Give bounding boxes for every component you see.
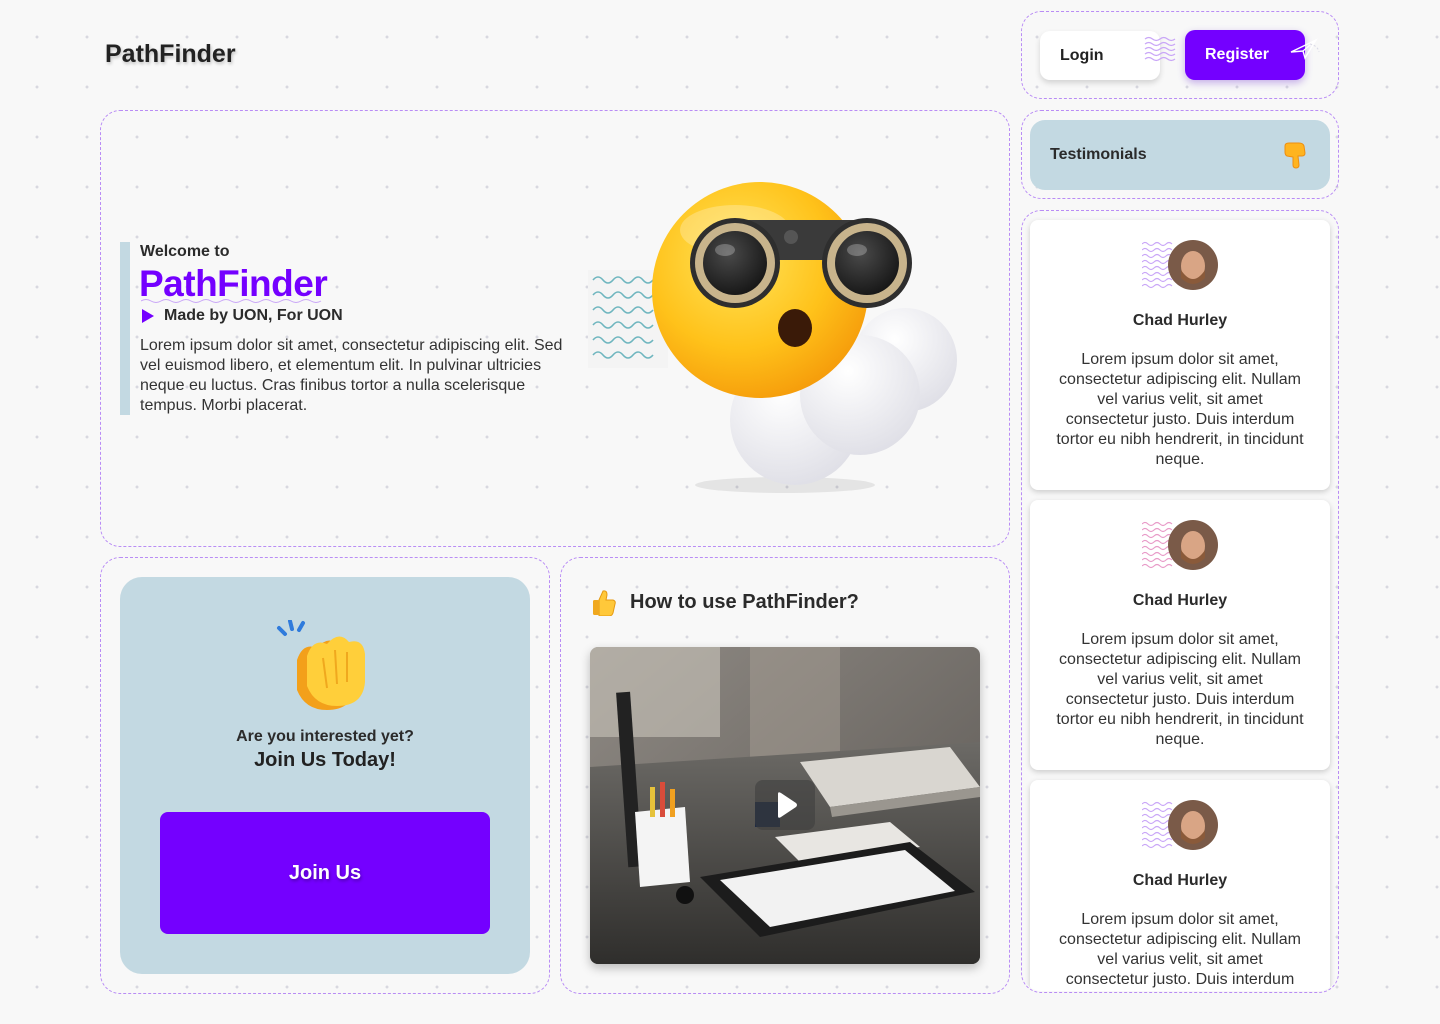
testimonial-text: Lorem ipsum dolor sit amet, consectetur … <box>1059 911 1301 988</box>
testimonials-header[interactable]: Testimonials <box>1030 120 1330 190</box>
site-logo[interactable]: PathFinder <box>105 40 236 69</box>
join-us-button[interactable]: Join Us <box>160 812 490 934</box>
hero-tagline-text: Made by UON, For UON <box>164 307 343 324</box>
binoculars-emoji-icon <box>588 182 957 493</box>
testimonials-title: Testimonials <box>1050 146 1147 163</box>
register-button[interactable]: Register <box>1185 30 1305 80</box>
play-triangle-icon <box>142 309 154 323</box>
hero-title-underline <box>141 299 322 303</box>
tutorial-video[interactable] <box>590 647 980 964</box>
login-button[interactable]: Login <box>1040 31 1160 80</box>
testimonial-card: Chad Hurley Lorem ipsum dolor sit amet, … <box>1030 780 1330 991</box>
join-question: Are you interested yet? <box>236 728 414 745</box>
join-subtitle: Join Us Today! <box>254 749 396 771</box>
thumbs-up-icon <box>593 590 616 616</box>
testimonial-name: Chad Hurley <box>1132 312 1228 329</box>
testimonial-name: Chad Hurley <box>1132 872 1228 889</box>
play-icon <box>778 792 797 818</box>
testimonial-text: Lorem ipsum dolor sit amet, consectetur … <box>1056 351 1304 468</box>
testimonial-card: Chad Hurley Lorem ipsum dolor sit amet, … <box>1030 220 1330 490</box>
testimonial-name: Chad Hurley <box>1132 592 1228 609</box>
testimonial-text: Lorem ipsum dolor sit amet, consectetur … <box>1056 631 1304 748</box>
hero-tagline: Made by UON, For UON <box>142 307 343 325</box>
paper-plane-icon <box>1290 38 1320 60</box>
avatar <box>1142 240 1218 290</box>
avatar <box>1142 520 1218 570</box>
testimonials-list[interactable]: Chad Hurley Lorem ipsum dolor sit amet, … <box>1023 213 1337 991</box>
pointing-down-hand-icon <box>1284 142 1306 169</box>
join-card: Are you interested yet? Join Us Today! J… <box>120 577 530 974</box>
hero-description: Lorem ipsum dolor sit amet, consectetur … <box>140 337 563 414</box>
howto-title: How to use PathFinder? <box>630 591 859 613</box>
clapping-hands-icon <box>277 620 365 710</box>
squiggle-decoration-icon <box>1144 36 1176 62</box>
avatar <box>1142 800 1218 850</box>
hero-welcome: Welcome to <box>140 243 230 260</box>
hero-accent-bar <box>120 242 130 415</box>
testimonial-card: Chad Hurley Lorem ipsum dolor sit amet, … <box>1030 500 1330 770</box>
video-play-button[interactable] <box>755 780 815 830</box>
